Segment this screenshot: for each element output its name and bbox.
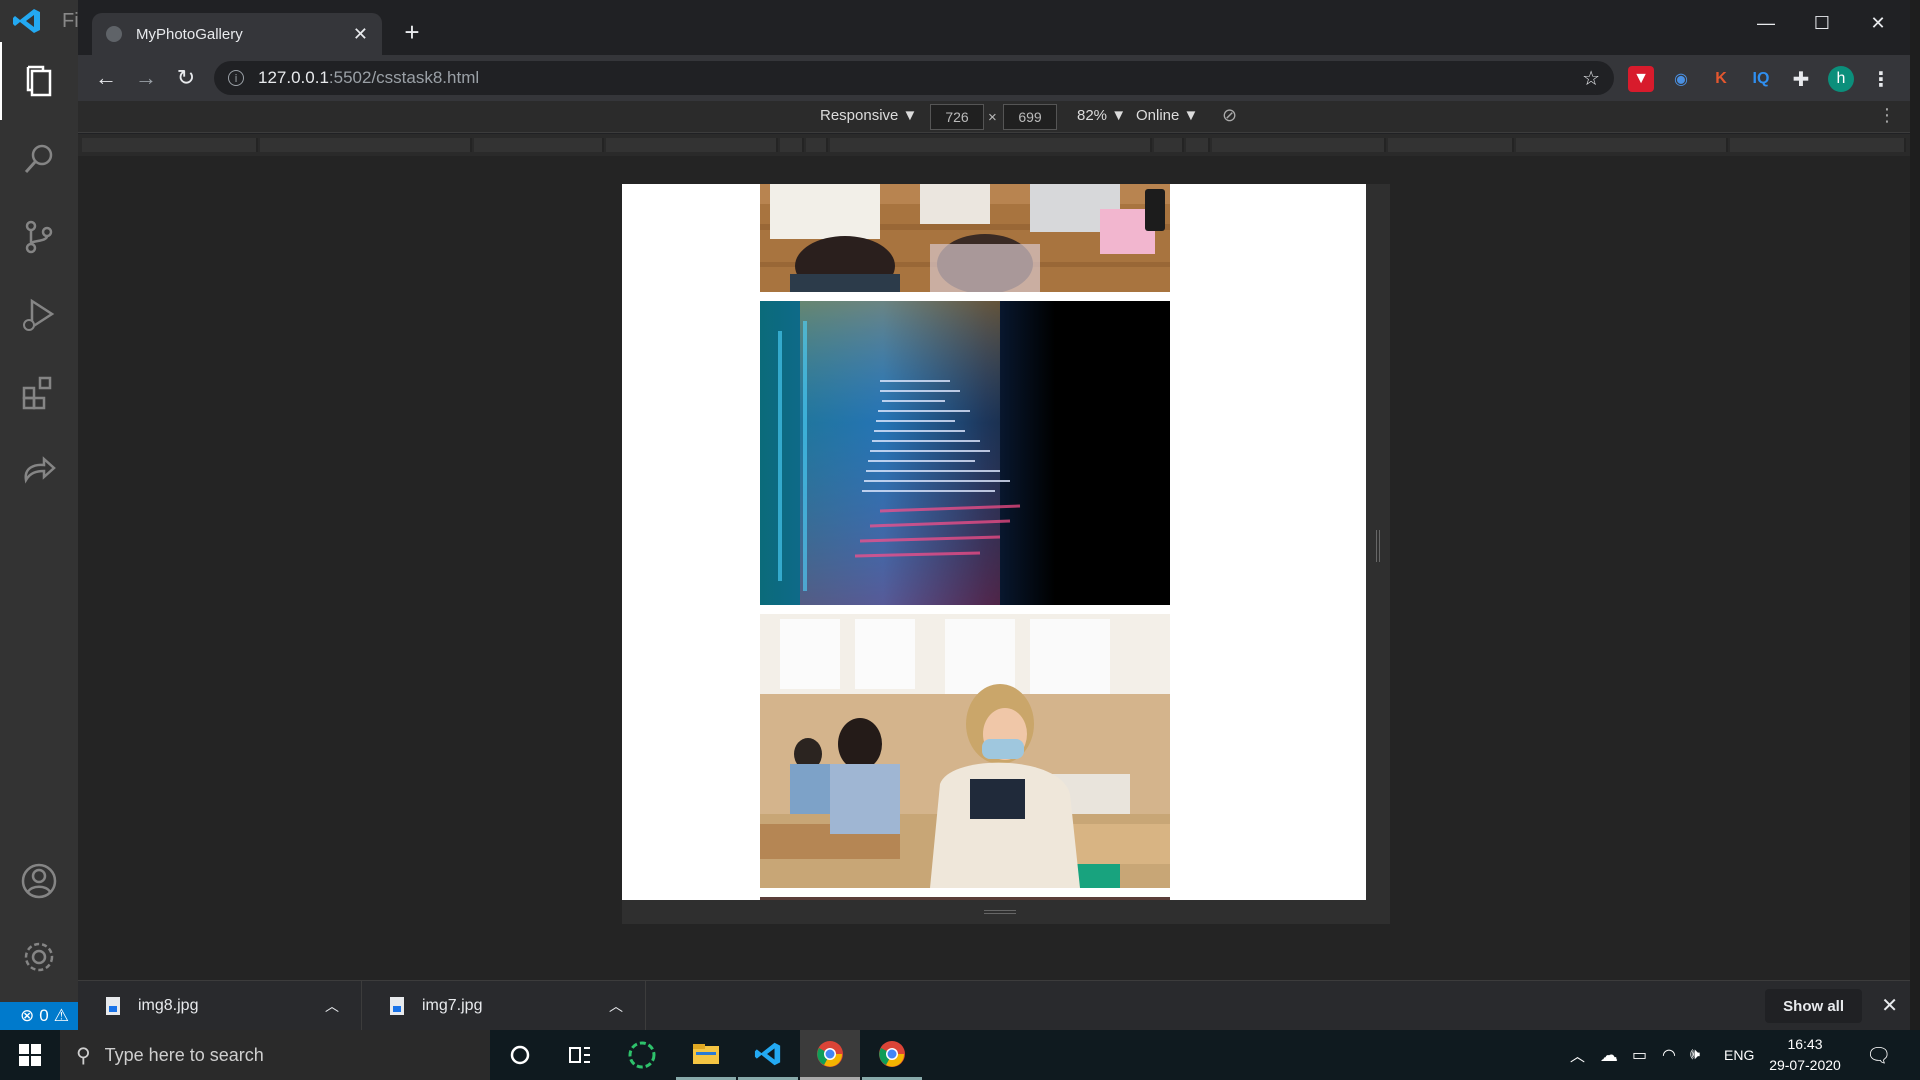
reload-icon[interactable]: ↻ bbox=[171, 63, 201, 93]
browser-toolbar: ← → ↻ i 127.0.0.1:5502/csstask8.html ☆ ▼… bbox=[78, 55, 1910, 101]
search-icon: ⚲ bbox=[76, 1044, 91, 1067]
profile-avatar[interactable]: h bbox=[1828, 66, 1854, 92]
vscode-menu-fragment[interactable]: Fi bbox=[62, 10, 79, 33]
tab-close-icon[interactable]: ✕ bbox=[353, 24, 368, 45]
vscode-logo-icon bbox=[13, 9, 40, 33]
chrome-taskbar-icon-active[interactable] bbox=[800, 1030, 860, 1080]
taskbar-search-box[interactable]: ⚲ Type here to search bbox=[60, 1030, 490, 1080]
colorful-extension-icon[interactable]: ◉ bbox=[1668, 66, 1694, 92]
chevron-up-icon[interactable]: ︿ bbox=[609, 996, 623, 1016]
error-icon: ⊗ bbox=[20, 1006, 35, 1025]
tab-strip: MyPhotoGallery ✕ + — ☐ ✕ bbox=[78, 0, 1910, 55]
emulated-viewport-area bbox=[78, 156, 1910, 980]
explorer-icon[interactable] bbox=[0, 42, 78, 120]
download-shelf: img8.jpg ︿ img7.jpg ︿ Show all ✕ bbox=[78, 980, 1910, 1031]
source-control-icon[interactable] bbox=[0, 198, 78, 276]
live-share-icon[interactable] bbox=[0, 432, 78, 510]
vscode-status-problems[interactable]: ⊗ 0 ⚠ bbox=[0, 1002, 78, 1030]
error-count: 0 bbox=[39, 1006, 49, 1025]
settings-gear-icon[interactable] bbox=[0, 918, 78, 996]
windows-start-icon[interactable] bbox=[0, 1030, 60, 1080]
forward-arrow-icon[interactable]: → bbox=[131, 63, 161, 93]
bookmark-star-icon[interactable]: ☆ bbox=[1582, 66, 1600, 91]
viewport-resize-handle-bottom[interactable] bbox=[622, 900, 1390, 924]
k-extension-icon[interactable]: K bbox=[1708, 66, 1734, 92]
window-close-icon[interactable]: ✕ bbox=[1850, 8, 1906, 38]
clock-date: 29-07-2020 bbox=[1769, 1057, 1841, 1073]
vscode-activity-bar: Fi bbox=[0, 0, 79, 1002]
task-view-icon[interactable] bbox=[550, 1030, 610, 1080]
windows-taskbar: ⚲ Type here to search ︿ ☁ ▭ ◠ 🕪 ENG 16:4… bbox=[0, 1030, 1920, 1080]
loading-app-icon[interactable] bbox=[612, 1030, 672, 1080]
tray-overflow-chevron-icon[interactable]: ︿ bbox=[1570, 1030, 1585, 1080]
gallery-image-code-screen bbox=[760, 301, 1170, 605]
iq-extension-icon[interactable]: IQ bbox=[1748, 66, 1774, 92]
file-explorer-icon[interactable] bbox=[676, 1030, 736, 1080]
warning-icon: ⚠ bbox=[53, 1006, 69, 1025]
cortana-circle-icon[interactable] bbox=[490, 1030, 550, 1080]
media-query-bar[interactable] bbox=[78, 134, 1910, 156]
url-host: 127.0.0.1 bbox=[258, 68, 329, 87]
clock-time: 16:43 bbox=[1787, 1036, 1823, 1052]
viewport-width-input[interactable]: 726 bbox=[930, 104, 984, 130]
address-bar[interactable]: i 127.0.0.1:5502/csstask8.html ☆ bbox=[214, 61, 1614, 95]
notifications-icon[interactable]: 🗨 bbox=[1866, 1030, 1891, 1080]
onedrive-cloud-icon[interactable]: ☁ bbox=[1600, 1030, 1618, 1080]
minimize-icon[interactable]: — bbox=[1738, 8, 1794, 38]
viewport-resize-handle-right[interactable] bbox=[1366, 184, 1390, 924]
vscode-taskbar-icon[interactable] bbox=[738, 1030, 798, 1080]
image-file-icon bbox=[106, 997, 120, 1015]
pocket-extension-icon[interactable]: ▼ bbox=[1628, 66, 1654, 92]
new-tab-plus-icon[interactable]: + bbox=[396, 16, 428, 48]
gallery-image-classroom bbox=[760, 614, 1170, 888]
url-path: :5502/csstask8.html bbox=[328, 68, 480, 87]
device-toolbar-menu-icon[interactable]: ⋮ bbox=[1878, 105, 1896, 126]
download-item-img8[interactable]: img8.jpg ︿ bbox=[78, 981, 362, 1031]
tab-title: MyPhotoGallery bbox=[136, 25, 243, 43]
dimension-separator: × bbox=[988, 109, 997, 126]
device-toolbar: Responsive ▼ 726 × 699 82% ▼ Online ▼ ⊘ … bbox=[78, 101, 1910, 133]
chrome-taskbar-icon[interactable] bbox=[862, 1030, 922, 1080]
image-file-icon bbox=[390, 997, 404, 1015]
zoom-select[interactable]: 82% ▼ bbox=[1077, 107, 1126, 124]
viewport-height-input[interactable]: 699 bbox=[1003, 104, 1057, 130]
gallery-image-students-desk bbox=[760, 184, 1170, 292]
chevron-up-icon[interactable]: ︿ bbox=[325, 996, 339, 1016]
globe-icon bbox=[106, 26, 122, 42]
back-arrow-icon[interactable]: ← bbox=[91, 63, 121, 93]
search-icon[interactable] bbox=[0, 120, 78, 198]
device-select[interactable]: Responsive ▼ bbox=[820, 107, 917, 124]
account-icon[interactable] bbox=[0, 842, 78, 920]
language-indicator[interactable]: ENG bbox=[1724, 1030, 1754, 1080]
chrome-window: MyPhotoGallery ✕ + — ☐ ✕ ← → ↻ i 127.0.0… bbox=[78, 0, 1910, 1031]
maximize-icon[interactable]: ☐ bbox=[1794, 8, 1850, 38]
extensions-puzzle-icon[interactable]: ✚ bbox=[1788, 66, 1814, 92]
close-shelf-icon[interactable]: ✕ bbox=[1881, 993, 1898, 1018]
show-all-downloads-button[interactable]: Show all bbox=[1765, 989, 1862, 1023]
chrome-menu-icon[interactable]: ⋮ bbox=[1868, 66, 1894, 92]
page-viewport bbox=[622, 184, 1366, 900]
battery-icon[interactable]: ▭ bbox=[1632, 1030, 1647, 1080]
wifi-icon[interactable]: ◠ bbox=[1662, 1030, 1676, 1080]
rotate-icon[interactable]: ⊘ bbox=[1222, 105, 1237, 126]
download-filename: img7.jpg bbox=[422, 997, 483, 1014]
download-item-img7[interactable]: img7.jpg ︿ bbox=[362, 981, 646, 1031]
volume-icon[interactable]: 🕪 bbox=[1690, 1030, 1700, 1080]
extensions-icon[interactable] bbox=[0, 354, 78, 432]
network-throttle-select[interactable]: Online ▼ bbox=[1136, 107, 1198, 124]
run-debug-icon[interactable] bbox=[0, 276, 78, 354]
download-filename: img8.jpg bbox=[138, 997, 199, 1014]
site-info-icon[interactable]: i bbox=[228, 70, 244, 86]
tab-myphotogallery[interactable]: MyPhotoGallery ✕ bbox=[92, 13, 382, 55]
desktop: Fi ⊗ 0 ⚠ MyPhotoGallery ✕ + — ☐ ✕ ← → ↻ … bbox=[0, 0, 1920, 1080]
taskbar-clock[interactable]: 16:43 29-07-2020 bbox=[1760, 1034, 1850, 1076]
search-placeholder: Type here to search bbox=[104, 1044, 264, 1065]
